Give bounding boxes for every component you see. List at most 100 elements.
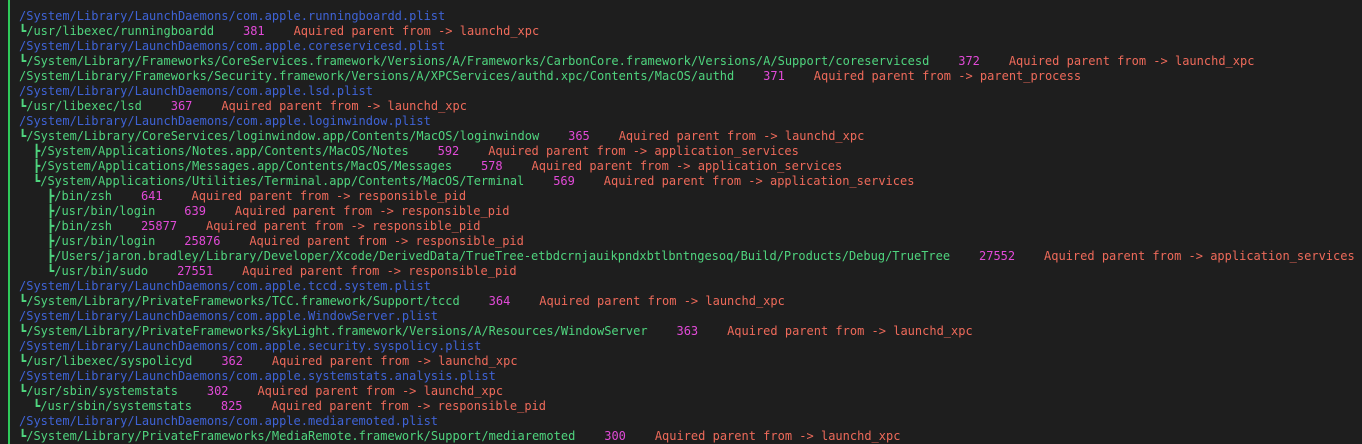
- tree-rail: [8, 174, 10, 189]
- tree-rail: [8, 84, 10, 99]
- process-line: ┗/usr/libexec/lsd 367 Aquired parent fro…: [0, 99, 1362, 114]
- process-path: /System/Library/Frameworks/Security.fram…: [19, 69, 735, 83]
- process-pid: 364: [488, 294, 511, 308]
- parent-message: Aquired parent from -> launchd_xpc: [293, 24, 540, 38]
- process-pid: 25876: [184, 234, 221, 248]
- tree-rail: [8, 324, 10, 339]
- process-line: ┗/usr/libexec/syspolicyd 362 Aquired par…: [0, 354, 1362, 369]
- parent-message: Aquired parent from -> launchd_xpc: [1008, 54, 1255, 68]
- line-content: /System/Library/LaunchDaemons/com.apple.…: [19, 84, 373, 99]
- tree-rail: [8, 399, 10, 414]
- tree-rail: [8, 0, 10, 9]
- terminal-output: /System/Library/LaunchDaemons/com.apple.…: [0, 0, 1362, 444]
- parent-message: Aquired parent from -> application_servi…: [603, 174, 915, 188]
- tree-rail: [8, 294, 10, 309]
- line-content: /System/Library/LaunchDaemons/com.apple.…: [19, 414, 438, 429]
- process-pid: 641: [140, 189, 163, 203]
- parent-message: Aquired parent from -> responsible_pid: [249, 234, 524, 248]
- process-line: ┣/usr/bin/login 639 Aquired parent from …: [0, 204, 1362, 219]
- process-line: ┗/System/Library/CoreServices/loginwindo…: [0, 129, 1362, 144]
- process-line: ┣/System/Applications/Notes.app/Contents…: [0, 144, 1362, 159]
- parent-message: Aquired parent from -> responsible_pid: [205, 219, 481, 233]
- process-path: /bin/zsh: [54, 219, 113, 233]
- process-pid: 27551: [177, 264, 214, 278]
- process-line: ┣/Users/jaron.bradley/Library/Developer/…: [0, 249, 1362, 264]
- process-pid: 362: [221, 354, 243, 368]
- process-path: /usr/bin/login: [54, 204, 156, 218]
- plist-path: /System/Library/LaunchDaemons/com.apple.…: [19, 114, 431, 128]
- line-content: /System/Library/Frameworks/Security.fram…: [19, 69, 1081, 84]
- line-content: /System/Library/LaunchDaemons/com.apple.…: [19, 339, 481, 354]
- tree-rail: [8, 24, 10, 39]
- line-content: /System/Library/LaunchDaemons/com.apple.…: [19, 114, 431, 129]
- tree-rail: [8, 69, 10, 84]
- parent-message: Aquired parent from -> launchd_xpc: [271, 354, 518, 368]
- plist-line: /System/Library/LaunchDaemons/com.apple.…: [0, 309, 1362, 324]
- plist-path: /System/Library/LaunchDaemons/com.apple.…: [19, 309, 439, 323]
- line-content: /System/Library/LaunchDaemons/com.apple.…: [19, 369, 496, 384]
- process-pid: 371: [763, 69, 785, 83]
- process-line: ┣/usr/bin/login 25876 Aquired parent fro…: [0, 234, 1362, 249]
- process-pid: 639: [184, 204, 206, 218]
- process-path: /usr/libexec/syspolicyd: [26, 354, 193, 368]
- process-pid: 367: [170, 99, 193, 113]
- process-path: /usr/sbin/systemstats: [40, 399, 192, 413]
- plist-line: /System/Library/LaunchDaemons/com.apple.…: [0, 279, 1362, 294]
- process-path: /System/Library/PrivateFrameworks/MediaR…: [26, 429, 576, 443]
- process-path: /System/Library/CoreServices/loginwindow…: [26, 129, 540, 143]
- line-content: /System/Library/LaunchDaemons/com.apple.…: [19, 279, 431, 294]
- plist-line: /System/Library/LaunchDaemons/com.apple.…: [0, 414, 1362, 429]
- process-line: ┗/usr/sbin/systemstats 825 Aquired paren…: [0, 399, 1362, 414]
- parent-message: Aquired parent from -> responsible_pid: [234, 204, 510, 218]
- line-content: ┗/usr/libexec/syspolicyd 362 Aquired par…: [19, 354, 518, 369]
- line-content: /System/Library/LaunchDaemons/com.apple.…: [19, 39, 445, 54]
- process-path: /System/Library/Frameworks/CoreServices.…: [26, 54, 930, 68]
- tree-rail: [8, 339, 10, 354]
- parent-message: Aquired parent from -> application_servi…: [488, 144, 799, 158]
- process-path: /usr/bin/sudo: [54, 264, 149, 278]
- process-line: ┗/System/Library/PrivateFrameworks/Media…: [0, 429, 1362, 444]
- process-pid: 578: [480, 159, 503, 173]
- line-content: ┗/usr/bin/sudo 27551 Aquired parent from…: [47, 264, 517, 279]
- process-line: ┗/usr/libexec/runningboardd 381 Aquired …: [0, 24, 1362, 39]
- line-content: ┗/System/Library/PrivateFrameworks/Media…: [19, 429, 900, 444]
- line-content: /System/Library/LaunchDaemons/com.apple.…: [19, 9, 445, 24]
- process-path: /System/Library/PrivateFrameworks/SkyLig…: [26, 324, 648, 338]
- process-pid: 300: [604, 429, 626, 443]
- process-line: ┗/System/Library/PrivateFrameworks/TCC.f…: [0, 294, 1362, 309]
- line-content: ┣/System/Applications/Messages.app/Conte…: [33, 159, 842, 174]
- process-pid: 825: [220, 399, 243, 413]
- line-content: ┗/System/Library/PrivateFrameworks/SkyLi…: [19, 324, 973, 339]
- tree-rail: [8, 114, 10, 129]
- plist-line: /System/Library/LaunchDaemons/com.apple.…: [0, 339, 1362, 354]
- parent-message: Aquired parent from -> application_servi…: [1044, 249, 1355, 263]
- plist-line: /System/Library/LaunchDaemons/com.apple.…: [0, 369, 1362, 384]
- line-content: ┣/bin/zsh 641 Aquired parent from -> res…: [47, 189, 466, 204]
- plist-path: /System/Library/LaunchDaemons/com.apple.…: [19, 39, 446, 53]
- process-pid: 363: [676, 324, 699, 338]
- line-content: ┗/usr/sbin/systemstats 825 Aquired paren…: [33, 399, 546, 414]
- process-line: ┣/System/Applications/Messages.app/Conte…: [0, 159, 1362, 174]
- tree-rail: [8, 354, 10, 369]
- tree-rail: [8, 249, 10, 264]
- line-content: ┣/bin/zsh 25877 Aquired parent from -> r…: [47, 219, 481, 234]
- parent-message: Aquired parent from -> launchd_xpc: [654, 429, 901, 443]
- line-content: ┗/usr/libexec/runningboardd 381 Aquired …: [19, 24, 539, 39]
- tree-rail: [8, 414, 10, 429]
- parent-message: Aquired parent from -> responsible_pid: [242, 264, 517, 278]
- tree-rail: [8, 129, 10, 144]
- plist-path: /System/Library/LaunchDaemons/com.apple.…: [19, 414, 439, 428]
- parent-message: Aquired parent from -> parent_process: [813, 69, 1082, 83]
- plist-path: /System/Library/LaunchDaemons/com.apple.…: [19, 9, 446, 23]
- tree-rail: [8, 144, 10, 159]
- line-content: ┗/System/Library/Frameworks/CoreServices…: [19, 54, 1254, 69]
- plist-path: /System/Library/LaunchDaemons/com.apple.…: [19, 369, 496, 383]
- plist-line: /System/Library/LaunchDaemons/com.apple.…: [0, 39, 1362, 54]
- tree-rail: [8, 39, 10, 54]
- process-path: /System/Library/PrivateFrameworks/TCC.fr…: [26, 294, 460, 308]
- plist-path: /System/Library/LaunchDaemons/com.apple.…: [19, 279, 431, 293]
- tree-rail: [8, 159, 10, 174]
- tree-rail: [8, 429, 10, 444]
- process-pid: 569: [553, 174, 575, 188]
- parent-message: Aquired parent from -> responsible_pid: [191, 189, 467, 203]
